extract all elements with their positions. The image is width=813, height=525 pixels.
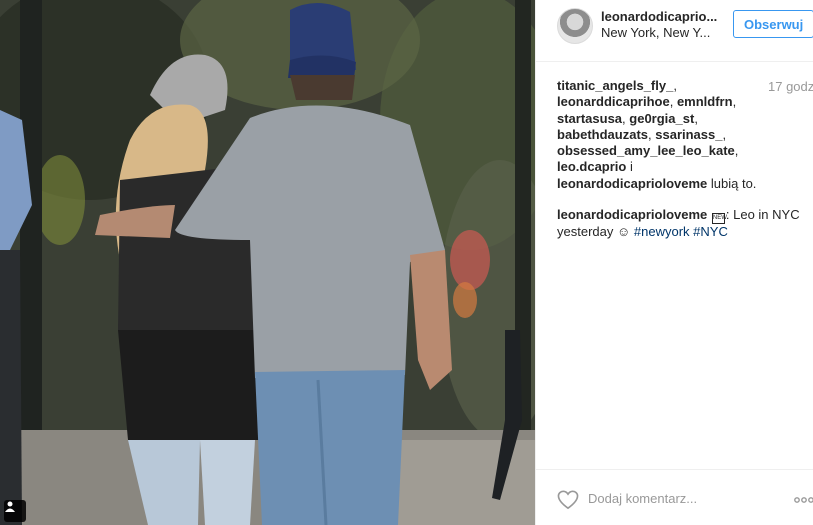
- liker-username[interactable]: obsessed_amy_lee_leo_kate: [557, 143, 735, 158]
- likes-conjunction: i: [629, 159, 633, 175]
- post-author-username[interactable]: leonardodicaprio...: [601, 9, 721, 24]
- photo-illustration: [0, 0, 535, 525]
- liker-username[interactable]: emnldfrn: [677, 94, 733, 109]
- liker-username[interactable]: ge0rgia_st: [629, 111, 694, 126]
- liker-username[interactable]: leonardodicaprioloveme: [557, 176, 707, 191]
- liker-username[interactable]: ssarinass_: [655, 127, 722, 142]
- liker-username[interactable]: leo.dcaprio: [557, 159, 626, 174]
- avatar[interactable]: [557, 8, 593, 44]
- liker-username[interactable]: babethdauzats: [557, 127, 648, 142]
- liker-username[interactable]: titanic_angels_fly_: [557, 78, 673, 93]
- post-footer: [536, 469, 813, 525]
- post-location[interactable]: New York, New Y...: [601, 25, 721, 40]
- likes-suffix: lubią to.: [710, 175, 757, 191]
- more-options-icon[interactable]: [794, 496, 813, 504]
- post-details-panel: leonardodicaprio... New York, New Y... O…: [535, 0, 813, 525]
- person-tag-icon[interactable]: [4, 500, 26, 522]
- hashtag-link[interactable]: #NYC: [693, 224, 728, 239]
- post-header: leonardodicaprio... New York, New Y... O…: [536, 0, 813, 62]
- smile-emoji-icon: ☺: [617, 224, 631, 239]
- follow-button[interactable]: Obserwuj: [733, 10, 813, 38]
- post-timestamp[interactable]: 17 godz: [768, 79, 813, 94]
- heart-icon[interactable]: [557, 490, 579, 510]
- new-glyph-icon: NEW: [711, 213, 727, 224]
- post-photo[interactable]: [0, 0, 535, 525]
- caption-author[interactable]: leonardodicaprioloveme: [557, 207, 707, 222]
- post-caption: leonardodicaprioloveme NEW: Leo in NYC y…: [557, 207, 807, 240]
- hashtag-link[interactable]: #newyork: [634, 224, 690, 239]
- liker-username[interactable]: startasusa: [557, 111, 622, 126]
- comment-input[interactable]: [588, 488, 728, 508]
- likes-list: titanic_angels_fly_, leonarddicaprihoe, …: [557, 78, 757, 191]
- liker-username[interactable]: leonarddicaprihoe: [557, 94, 670, 109]
